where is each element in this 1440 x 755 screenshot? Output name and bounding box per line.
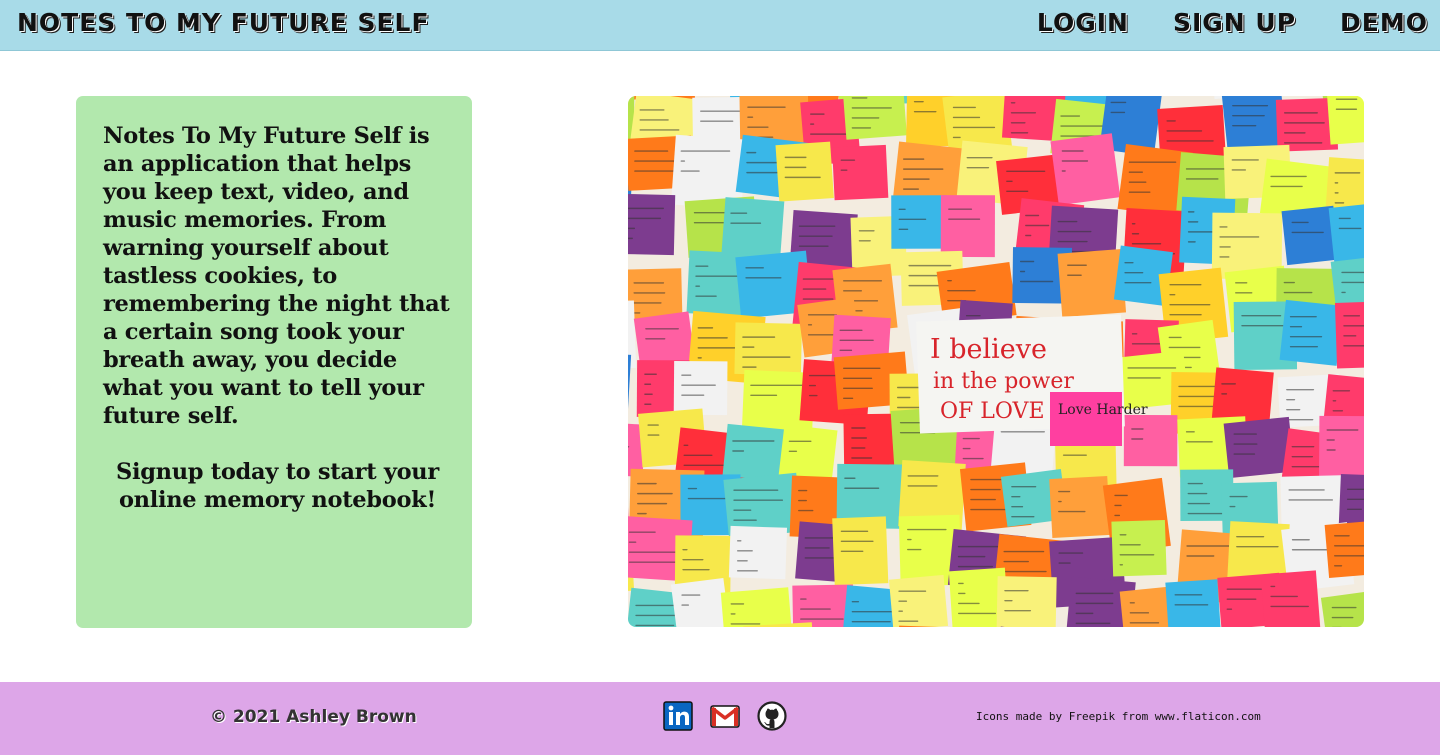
sticky-note (670, 577, 731, 627)
login-link[interactable]: Login (1037, 8, 1129, 37)
site-title[interactable]: Notes To My Future Self (17, 8, 430, 37)
social-links (663, 701, 787, 731)
signup-link[interactable]: Sign Up (1173, 8, 1296, 37)
intro-card: Notes To My Future Self is an applicatio… (76, 96, 472, 628)
demo-link[interactable]: Demo (1340, 8, 1428, 37)
sticky-note (775, 141, 834, 202)
sticky-note (940, 195, 996, 258)
sticky-note (1260, 570, 1321, 627)
linkedin-icon[interactable] (663, 701, 693, 731)
sticky-note (1325, 157, 1364, 214)
copyright-text: © 2021 Ashley Brown (210, 707, 417, 727)
sticky-note (778, 424, 838, 481)
sticky-notes-illustration: I believe in the power OF LOVE Love Harder (628, 96, 1364, 627)
pink-note (1050, 392, 1122, 446)
sticky-note (628, 193, 676, 256)
sticky-note (1320, 589, 1364, 627)
gmail-icon[interactable] (710, 701, 740, 731)
sticky-note (1057, 248, 1127, 318)
github-icon[interactable] (757, 701, 787, 731)
sticky-note (628, 351, 632, 422)
sticky-note (832, 144, 889, 201)
sticky-note (891, 195, 947, 249)
sticky-note (1211, 367, 1274, 425)
sticky-note (1324, 518, 1364, 579)
nav-links: Login Sign Up Demo (1037, 8, 1428, 37)
sticky-note (1123, 414, 1178, 467)
sticky-notes-photo: I believe in the power OF LOVE Love Harder (628, 96, 1364, 627)
top-navbar: Notes To My Future Self Login Sign Up De… (0, 0, 1440, 51)
sticky-note (1111, 519, 1167, 577)
sticky-note (1326, 96, 1364, 145)
page-footer: © 2021 Ashley Brown Icons made by Freepi… (0, 682, 1440, 755)
sticky-note (1165, 579, 1222, 627)
featured-note-text: I believe (930, 334, 1047, 365)
sticky-note (1227, 521, 1290, 581)
sticky-note (1319, 415, 1364, 480)
signup-call-to-action: Signup today to start your online memory… (116, 459, 439, 513)
sticky-note (1334, 300, 1364, 369)
sticky-note (1050, 133, 1121, 206)
featured-note-text: in the power (933, 369, 1074, 394)
featured-note-text: OF LOVE (940, 399, 1045, 424)
sticky-note (888, 574, 949, 627)
sticky-note (996, 576, 1057, 627)
icon-attribution: Icons made by Freepik from www.flaticon.… (976, 710, 1261, 723)
sticky-note (1279, 299, 1343, 366)
app-description: Notes To My Future Self is an applicatio… (103, 123, 450, 429)
sticky-note (720, 587, 794, 627)
sticky-note (1328, 200, 1364, 265)
pink-note-text: Love Harder (1058, 402, 1148, 418)
sticky-note (673, 360, 728, 416)
sticky-note (1049, 476, 1111, 539)
